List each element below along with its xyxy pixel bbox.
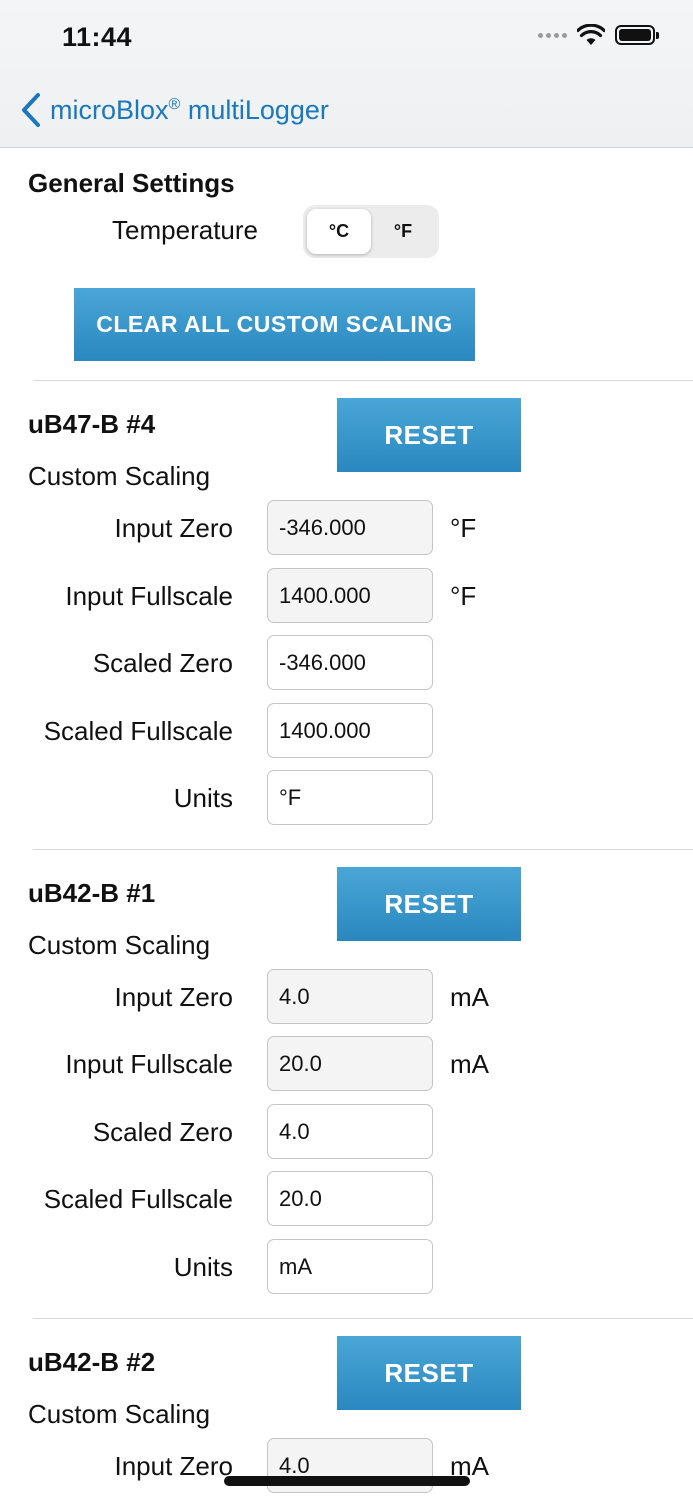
input-zero-label: Input Zero: [114, 513, 233, 543]
scaled-zero-field[interactable]: [267, 1104, 433, 1159]
back-button[interactable]: microBlox® multiLogger: [20, 92, 329, 128]
input-fullscale-field[interactable]: [267, 568, 433, 623]
units-label: Units: [173, 1252, 233, 1282]
scaled-zero-label: Scaled Zero: [92, 648, 233, 678]
units-label: Units: [173, 783, 233, 813]
input-zero-field[interactable]: [267, 969, 433, 1024]
temperature-unit-segmented-control[interactable]: °C °F: [303, 205, 439, 258]
input-zero-label: Input Zero: [114, 982, 233, 1012]
scaled-zero-field[interactable]: [267, 635, 433, 690]
input-fullscale-label: Input Fullscale: [65, 581, 233, 611]
chevron-left-icon: [22, 93, 40, 127]
reset-button[interactable]: RESET: [337, 1336, 521, 1410]
divider: [33, 1318, 693, 1319]
device-title: uB42-B #1: [28, 878, 156, 908]
scaled-zero-label: Scaled Zero: [92, 1117, 233, 1147]
fahrenheit-option[interactable]: °F: [371, 209, 435, 254]
scaled-fullscale-label: Scaled Fullscale: [43, 716, 233, 746]
units-field[interactable]: [267, 770, 433, 825]
scaled-fullscale-field[interactable]: [267, 1171, 433, 1226]
navigation-bar: 11:44 microBlox® multiLogger: [0, 0, 693, 148]
clear-all-custom-scaling-button[interactable]: CLEAR ALL CUSTOM SCALING: [74, 288, 475, 361]
input-zero-field[interactable]: [267, 500, 433, 555]
wifi-icon: [577, 24, 605, 45]
divider: [33, 849, 693, 850]
custom-scaling-label: Custom Scaling: [28, 930, 211, 960]
input-fullscale-unit: °F: [450, 581, 477, 611]
home-indicator[interactable]: [224, 1476, 470, 1486]
input-fullscale-field[interactable]: [267, 1036, 433, 1091]
device-title: uB42-B #2: [28, 1347, 156, 1377]
input-zero-unit: °F: [450, 513, 477, 543]
scaled-fullscale-label: Scaled Fullscale: [43, 1184, 233, 1214]
reset-button[interactable]: RESET: [337, 398, 521, 472]
scaled-fullscale-field[interactable]: [267, 703, 433, 758]
input-zero-label: Input Zero: [114, 1451, 233, 1481]
celsius-option[interactable]: °C: [307, 209, 371, 254]
temperature-label: Temperature: [112, 215, 258, 245]
general-settings-title: General Settings: [28, 168, 235, 198]
battery-icon: [615, 25, 659, 45]
back-button-label: microBlox® multiLogger: [50, 94, 329, 125]
cellular-signal-icon: [538, 32, 567, 38]
input-fullscale-unit: mA: [450, 1049, 489, 1079]
custom-scaling-label: Custom Scaling: [28, 1399, 211, 1429]
status-time: 11:44: [62, 22, 133, 52]
input-fullscale-label: Input Fullscale: [65, 1049, 233, 1079]
divider: [33, 380, 693, 381]
device-title: uB47-B #4: [28, 409, 156, 439]
custom-scaling-label: Custom Scaling: [28, 461, 211, 491]
input-zero-unit: mA: [450, 982, 489, 1012]
status-icons: [538, 24, 659, 46]
units-field[interactable]: [267, 1239, 433, 1294]
reset-button[interactable]: RESET: [337, 867, 521, 941]
